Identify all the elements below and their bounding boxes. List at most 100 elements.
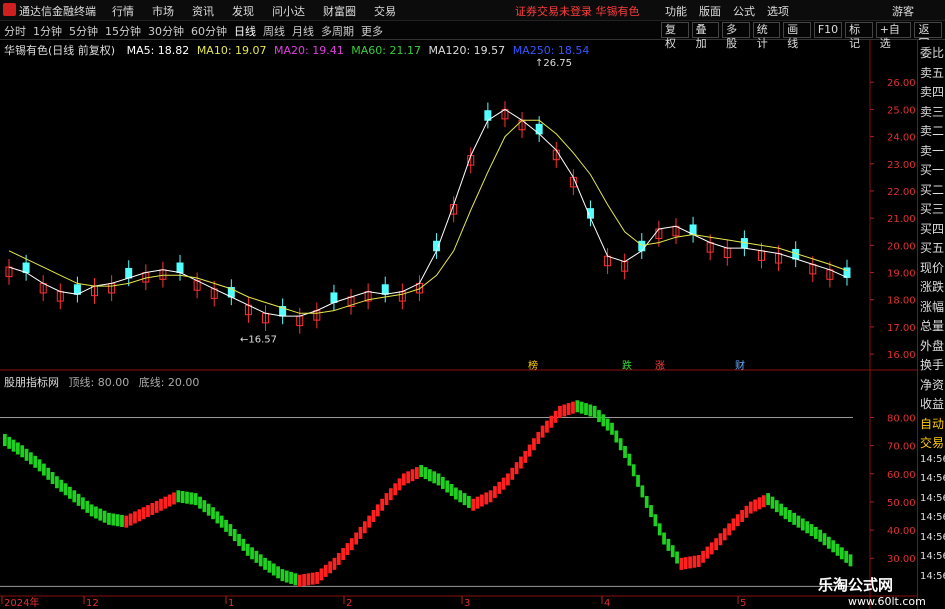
indicator-bar: [341, 548, 346, 561]
indicator-bar: [206, 503, 211, 516]
sidebar-item[interactable]: 涨幅: [920, 298, 944, 315]
candlesticks: [5, 101, 851, 334]
sidebar-item[interactable]: 交易: [920, 434, 944, 451]
menu-trade[interactable]: 交易: [374, 3, 396, 19]
sidebar-item[interactable]: 14:56: [920, 493, 945, 504]
stats-button[interactable]: 统计: [752, 22, 781, 50]
candle-body: [210, 288, 218, 299]
indicator-bar: [250, 547, 254, 560]
candle-body: [809, 263, 817, 275]
sidebar-item[interactable]: 买一: [920, 161, 944, 178]
indicator-bar: [848, 554, 853, 567]
indicator-bar: [722, 528, 727, 541]
sidebar-item[interactable]: 买四: [920, 220, 944, 237]
sidebar-item[interactable]: 14:56: [920, 473, 945, 484]
indicator-bar: [167, 494, 172, 507]
indicator-bar: [696, 555, 701, 568]
indicator-bar: [757, 497, 762, 510]
sidebar-item[interactable]: 净资: [920, 376, 944, 393]
indicator-bar: [172, 492, 176, 505]
menu-layout[interactable]: 版面: [699, 3, 721, 19]
sidebar-item[interactable]: 14:56: [920, 454, 945, 465]
candle-body: [450, 204, 458, 215]
tab-weekly[interactable]: 周线: [263, 23, 285, 39]
sidebar-item[interactable]: 买五: [920, 239, 944, 256]
tab-60min[interactable]: 60分钟: [191, 23, 227, 39]
add-watchlist-button[interactable]: +自选: [875, 22, 912, 50]
sidebar-item[interactable]: 外盘: [920, 337, 944, 354]
candle-body: [740, 238, 748, 249]
sidebar-item[interactable]: 买三: [920, 200, 944, 217]
menu-discover[interactable]: 发现: [232, 3, 254, 19]
candle-body: [91, 285, 99, 297]
menu-wealth[interactable]: 财富圈: [323, 3, 356, 19]
tab-5min[interactable]: 5分钟: [69, 23, 98, 39]
kline-chart[interactable]: 26.00 25.00 24.00 23.00 22.00 21.00 20.00 19.00…: [0, 0, 945, 609]
sidebar-item[interactable]: 卖三: [920, 103, 944, 120]
stock-name: 华锡有色(日线 前复权): [4, 44, 116, 57]
indicator-bar: [33, 455, 38, 468]
sidebar-item[interactable]: 现价: [920, 259, 944, 276]
indicator-bar: [154, 500, 159, 513]
candle-body: [398, 291, 406, 302]
indicator-bar: [397, 478, 402, 491]
candle-body: [296, 315, 304, 327]
sidebar-item[interactable]: 14:56: [920, 571, 945, 582]
multi-stock-button[interactable]: 多股: [722, 22, 750, 50]
tab-multi-period[interactable]: 多周期: [321, 23, 354, 39]
candle-body: [193, 280, 201, 291]
sidebar-item[interactable]: 14:56: [920, 532, 945, 543]
indicator-bar: [787, 510, 792, 523]
adjust-button[interactable]: 复权: [661, 22, 689, 50]
menu-function[interactable]: 功能: [665, 3, 687, 19]
ind-tick-label: 40.00: [887, 526, 916, 537]
indicator-bar: [159, 498, 163, 511]
mark-button[interactable]: 标记: [845, 22, 873, 50]
indicator-bar: [675, 551, 679, 564]
menu-quotes[interactable]: 行情: [112, 3, 134, 19]
tab-1min[interactable]: 1分钟: [33, 23, 62, 39]
price-tick-label: 24.00: [887, 133, 916, 144]
sidebar-item[interactable]: 14:56: [920, 551, 945, 562]
sidebar-item[interactable]: 买二: [920, 181, 944, 198]
tab-more[interactable]: 更多: [361, 23, 383, 39]
sidebar-item[interactable]: 总量: [920, 317, 944, 334]
sidebar-item[interactable]: 卖二: [920, 122, 944, 139]
menu-options[interactable]: 选项: [767, 3, 789, 19]
ma120-label: MA120: 19.57: [428, 44, 506, 57]
indicator-bar: [488, 490, 493, 503]
indicator-bar: [644, 495, 649, 508]
tab-monthly[interactable]: 月线: [292, 23, 314, 39]
draw-line-button[interactable]: 画线: [783, 22, 811, 50]
indicator-bar: [605, 418, 610, 431]
guest-button[interactable]: 游客: [892, 3, 914, 19]
sidebar-item[interactable]: 收益: [920, 395, 944, 412]
sidebar-item[interactable]: 自动: [920, 415, 944, 432]
indicator-bar: [631, 464, 636, 477]
menu-ask[interactable]: 问小达: [272, 3, 305, 19]
sidebar-item[interactable]: 14:56: [920, 512, 945, 523]
menu-news[interactable]: 资讯: [192, 3, 214, 19]
candle-body: [364, 291, 372, 302]
overlay-button[interactable]: 叠加: [691, 22, 720, 50]
indicator-bar: [753, 499, 757, 512]
menu-market[interactable]: 市场: [152, 3, 174, 19]
indicator-bar: [414, 467, 419, 480]
menu-formula[interactable]: 公式: [733, 3, 755, 19]
indicator-bar: [761, 495, 766, 508]
sidebar-item[interactable]: 卖五: [920, 64, 944, 81]
indicator-bar: [796, 515, 801, 528]
tab-15min[interactable]: 15分钟: [105, 23, 141, 39]
sidebar-item[interactable]: 换手: [920, 356, 944, 373]
candle-body: [347, 296, 355, 308]
tab-daily[interactable]: 日线: [234, 23, 256, 39]
tab-30min[interactable]: 30分钟: [148, 23, 184, 39]
sidebar-item[interactable]: 涨跌: [920, 278, 944, 295]
sidebar-item[interactable]: 委比: [920, 44, 944, 61]
tab-intraday[interactable]: 分时: [4, 23, 26, 39]
f10-button[interactable]: F10: [813, 22, 843, 38]
sidebar-item[interactable]: 卖四: [920, 83, 944, 100]
back-button[interactable]: 返回: [914, 22, 943, 50]
sidebar-item[interactable]: 卖一: [920, 142, 944, 159]
indicator-bar: [37, 459, 42, 472]
